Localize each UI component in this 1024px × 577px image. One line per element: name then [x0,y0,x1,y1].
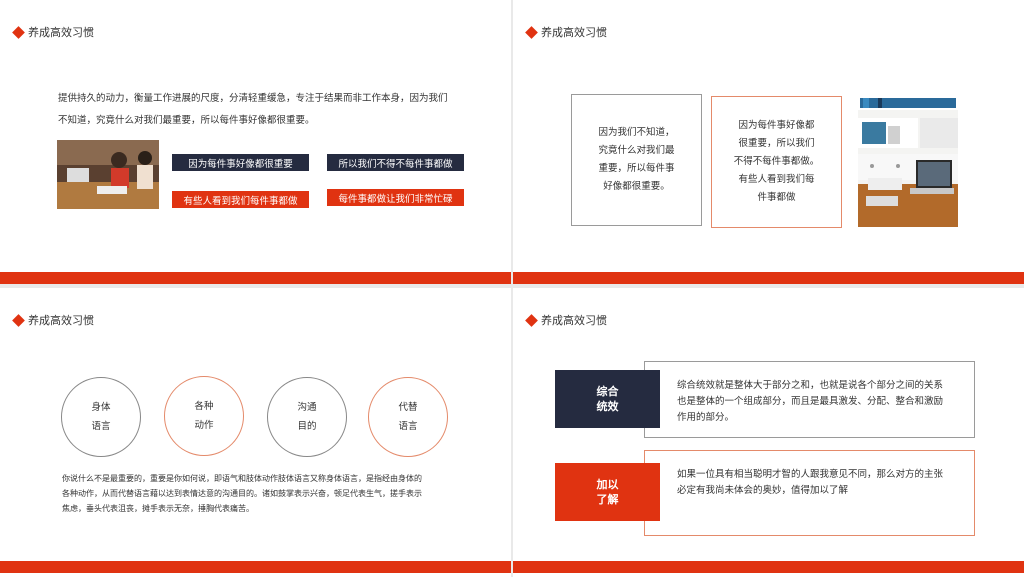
paragraph-line: 你说什么不是最重要的，重要是你如何说，即语气和肢体动作肢体语言又称身体语言，是指… [62,474,422,483]
desk-photo [858,96,958,227]
tag-2: 所以我们不得不每件事都做 [327,154,464,171]
bottom-bar [0,561,511,573]
slide-title-text: 养成高效习惯 [541,26,607,39]
slide-1[interactable]: 养成高效习惯 提供持久的动力，衡量工作进展的尺度，分清轻重缓急，专注于结果而非工… [0,0,511,284]
paragraph-line: 各种动作，从而代替语言藉以达到表情达意的沟通目的。诸如鼓掌表示兴奋，顿足代表生气… [62,489,422,498]
circle-text: 动作 [194,420,214,431]
label-text: 了解 [596,493,619,506]
paragraph: 你说什么不是最重要的，重要是你如何说，即语气和肢体动作肢体语言又称身体语言，是指… [62,471,452,516]
circle-text: 语言 [91,421,111,432]
description-line: 如果一位具有相当聪明才智的人跟我意见不同，那么对方的主张 [677,469,944,480]
slide-4[interactable]: 养成高效习惯 综合统效就是整体大于部分之和，也就是说各个部分之间的关系 也是整体… [513,288,1024,577]
text-box-1: 因为我们不知道， 究竟什么对我们最 重要，所以每件事 好像都很重要。 [571,94,702,226]
slide-title: 养成高效习惯 [525,24,607,40]
diamond-icon [12,25,25,39]
circle-4: 代替 语言 [368,377,448,457]
box-line: 究竟什么对我们最 [598,145,675,156]
text-box-2: 因为每件事好像都 很重要，所以我们 不得不每件事都做。 有些人看到我们每 件事都… [711,96,842,228]
description-line: 作用的部分。 [677,412,735,423]
slide-title: 养成高效习惯 [12,24,94,40]
label-text: 加以 [596,478,619,491]
box-line: 件事都做 [757,192,796,203]
diamond-icon [12,313,25,327]
bottom-bar [513,272,1024,284]
description-box-2: 如果一位具有相当聪明才智的人跟我意见不同，那么对方的主张 必定有我尚未体会的奥妙… [644,450,975,536]
diamond-icon [525,313,538,327]
slide-3[interactable]: 养成高效习惯 身体语言 各种动作 沟通目的 代替语言 你说什么不是最重要的，重要… [0,288,511,577]
slide-title: 养成高效习惯 [525,312,607,328]
box-line: 不得不每件事都做。 [733,156,820,167]
label-block-2: 加以 了解 [555,463,660,521]
circle-1: 身体 语言 [61,377,141,457]
paragraph: 提供持久的动力，衡量工作进展的尺度，分清轻重缓急，专注于结果而非工作本身，因为我… [58,88,478,132]
description-line: 必定有我尚未体会的奥妙，值得加以了解 [677,485,849,496]
bottom-bar [513,561,1024,573]
slide-title-text: 养成高效习惯 [541,314,607,327]
label-block-1: 综合 统效 [555,370,660,428]
box-line: 有些人看到我们每 [738,174,815,185]
bottom-bar [0,272,511,284]
box-line: 因为我们不知道， [598,127,675,138]
box-line: 很重要，所以我们 [738,138,815,149]
tag-3: 有些人看到我们每件事都做 [172,191,309,208]
tag-1: 因为每件事好像都很重要 [172,154,309,171]
slide-title-text: 养成高效习惯 [28,314,94,327]
circle-3: 沟通 目的 [267,377,347,457]
circle-text: 沟通 [297,402,317,413]
paragraph-line: 不知道，究竟什么对我们最重要，所以每件事好像都很重要。 [58,115,315,126]
circle-text: 目的 [297,421,317,432]
slide-2[interactable]: 养成高效习惯 因为我们不知道， 究竟什么对我们最 重要，所以每件事 好像都很重要… [513,0,1024,284]
description-line: 也是整体的一个组成部分，而且是最具激发、分配、整合和激励 [677,396,944,407]
description-box-1: 综合统效就是整体大于部分之和，也就是说各个部分之间的关系 也是整体的一个组成部分… [644,361,975,438]
meeting-photo [57,140,159,209]
label-text: 综合 [596,385,619,398]
slide-title-text: 养成高效习惯 [28,26,94,39]
box-line: 因为每件事好像都 [738,120,815,131]
circle-text: 语言 [398,421,418,432]
diamond-icon [525,25,538,39]
circle-2: 各种 动作 [164,376,244,456]
tag-4: 每件事都做让我们非常忙碌 [327,189,464,206]
description-line: 综合统效就是整体大于部分之和，也就是说各个部分之间的关系 [677,380,944,391]
paragraph-line: 提供持久的动力，衡量工作进展的尺度，分清轻重缓急，专注于结果而非工作本身，因为我… [58,93,448,104]
circle-text: 各种 [194,401,214,412]
box-line: 重要，所以每件事 [598,163,675,174]
label-text: 统效 [596,400,619,413]
slide-grid: 养成高效习惯 提供持久的动力，衡量工作进展的尺度，分清轻重缓急，专注于结果而非工… [0,0,1024,577]
paragraph-line: 焦虑，垂头代表沮丧，摊手表示无奈，捶胸代表痛苦。 [62,504,254,513]
circle-text: 身体 [91,402,111,413]
box-line: 好像都很重要。 [603,181,670,192]
circle-text: 代替 [398,402,418,413]
slide-title: 养成高效习惯 [12,312,94,328]
